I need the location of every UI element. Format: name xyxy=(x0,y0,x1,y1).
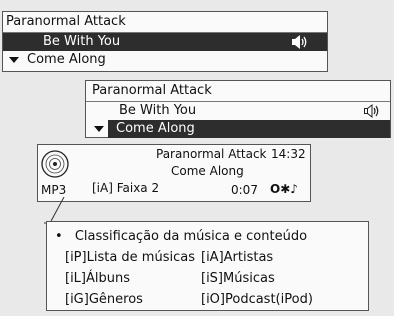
category-grid: [iP]Lista de músicas [iA]Artistas [iL]Ál… xyxy=(55,247,362,310)
list-item-label: Be With You xyxy=(43,34,121,49)
list-item-be-with-you[interactable]: Be With You xyxy=(3,33,327,51)
info-heading: Classificação da música e conteúdo xyxy=(74,229,308,244)
list-item-label: Be With You xyxy=(119,103,197,118)
now-playing-list-screen-2: Paranormal Attack Be With You Come Along xyxy=(85,80,391,138)
category-genres: [iG]Gêneros xyxy=(65,292,143,307)
song-title: Come Along xyxy=(171,164,244,178)
category-albums: [iL]Álbuns xyxy=(65,271,131,286)
disc-icon xyxy=(41,150,69,178)
clock: 14:32 xyxy=(271,147,306,161)
playback-screen: Paranormal Attack 14:32 Come Along MP3 [… xyxy=(37,144,311,202)
album-title: Paranormal Attack xyxy=(86,81,390,102)
track-label: [iA] Faixa 2 xyxy=(92,181,160,195)
info-heading-line: • Classificação da música e conteúdo xyxy=(55,226,362,247)
chevron-down-icon xyxy=(94,126,104,132)
chevron-down-icon xyxy=(9,57,19,63)
artist-name: Paranormal Attack xyxy=(156,147,267,161)
now-playing-list-screen-1: Paranormal Attack Be With You Come Along xyxy=(2,11,328,72)
category-playlist: [iP]Lista de músicas xyxy=(65,250,195,265)
speaker-icon xyxy=(364,104,379,118)
status-icons: O✱♪ xyxy=(270,182,298,196)
callout-line xyxy=(44,196,65,224)
classification-info-box: • Classificação da música e conteúdo [iP… xyxy=(46,221,369,311)
list-item-label: Come Along xyxy=(116,121,195,136)
category-podcast: [iO]Podcast(iPod) xyxy=(201,292,313,307)
elapsed-time: 0:07 xyxy=(231,183,258,197)
album-title: Paranormal Attack xyxy=(3,12,327,33)
bullet-icon: • xyxy=(55,229,63,244)
speaker-icon xyxy=(292,35,307,49)
list-item-come-along[interactable]: Come Along xyxy=(3,51,327,69)
list-item-come-along[interactable]: Come Along xyxy=(86,120,390,138)
list-item-label: Come Along xyxy=(27,52,106,67)
format-label: MP3 xyxy=(41,183,67,197)
list-item-be-with-you[interactable]: Be With You xyxy=(86,102,390,120)
category-artists: [iA]Artistas xyxy=(201,250,274,265)
category-songs: [iS]Músicas xyxy=(201,271,275,286)
